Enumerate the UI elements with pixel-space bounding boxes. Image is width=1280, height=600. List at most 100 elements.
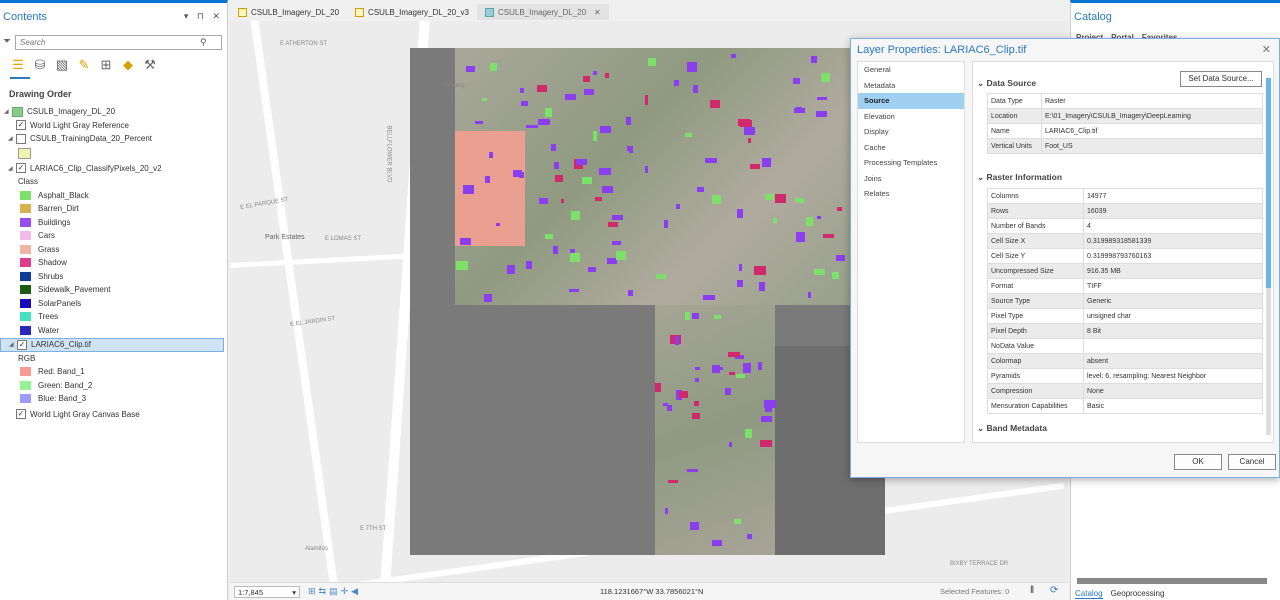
ok-button[interactable]: OK bbox=[1174, 454, 1222, 470]
tab-catalog[interactable]: Catalog bbox=[1075, 589, 1103, 599]
data-source-icon[interactable]: ⛁ bbox=[32, 57, 48, 73]
scale-select[interactable]: 1:7,845 ▾ bbox=[234, 586, 300, 598]
tab-map-2[interactable]: CSULB_Imagery_DL_20_v3 bbox=[347, 4, 477, 20]
layer-training-data[interactable]: ◢ CSULB_TrainingData_20_Percent bbox=[0, 132, 228, 146]
perspective-icon[interactable]: ⚒ bbox=[142, 57, 158, 73]
tab-map-1[interactable]: CSULB_Imagery_DL_20 bbox=[230, 4, 347, 20]
band-metadata-heading[interactable]: ⌄ Band Metadata bbox=[977, 423, 1047, 434]
classified-pixel-cluster bbox=[822, 234, 835, 238]
layer-label: LARIAC6_Clip.tif bbox=[31, 340, 92, 350]
checkbox[interactable]: ✓ bbox=[16, 409, 26, 420]
property-value: E:\01_Imagery\CSULB_Imagery\DeepLearning bbox=[1041, 108, 1263, 124]
horizontal-scrollbar[interactable] bbox=[1077, 578, 1267, 584]
nav-item-joins[interactable]: Joins bbox=[858, 171, 964, 187]
checkbox[interactable]: ✓ bbox=[16, 163, 26, 174]
street-label: BIXBY TERRACE DR bbox=[950, 561, 1009, 567]
tab-geoprocessing[interactable]: Geoprocessing bbox=[1111, 589, 1165, 599]
classified-pixel-cluster bbox=[582, 76, 590, 82]
drawing-order-icon[interactable]: ☰ bbox=[10, 57, 26, 73]
search-icon[interactable]: ⚲ bbox=[200, 37, 207, 48]
nav-item-processing-templates[interactable]: Processing Templates bbox=[858, 155, 964, 171]
classified-pixel-cluster bbox=[564, 93, 577, 100]
layer-properties-dialog: Layer Properties: LARIAC6_Clip.tif ✕ Gen… bbox=[850, 38, 1280, 478]
nav-item-relates[interactable]: Relates bbox=[858, 186, 964, 202]
pause-icon[interactable]: ‖ bbox=[1030, 585, 1034, 596]
property-value: None bbox=[1083, 383, 1263, 399]
classified-pixel-cluster bbox=[583, 89, 594, 95]
classified-pixel-cluster bbox=[691, 313, 700, 320]
band-label: Red: Band_1 bbox=[38, 367, 85, 377]
nav-item-cache[interactable]: Cache bbox=[858, 140, 964, 156]
property-name: Number of Bands bbox=[987, 218, 1084, 234]
checkbox[interactable]: ✓ bbox=[17, 339, 27, 350]
property-row: Name LARIAC6_Clip.tif bbox=[987, 123, 1263, 139]
classified-pixel-cluster bbox=[616, 251, 627, 260]
labeling-icon[interactable]: ◆ bbox=[120, 57, 136, 73]
classified-pixel-cluster bbox=[764, 404, 773, 413]
symbol-swatch bbox=[18, 148, 31, 159]
search-input[interactable]: Search bbox=[15, 35, 222, 50]
classified-pixel-cluster bbox=[753, 265, 766, 276]
nav-item-source[interactable]: Source bbox=[858, 93, 964, 109]
classified-pixel-cluster bbox=[773, 218, 777, 223]
tab-label: CSULB_Imagery_DL_20 bbox=[251, 7, 340, 17]
selection-icon[interactable]: ▧ bbox=[54, 57, 70, 73]
classified-pixel-cluster bbox=[758, 282, 766, 291]
classified-pixel-cluster bbox=[656, 273, 666, 280]
classified-pixel-cluster bbox=[662, 403, 669, 407]
cancel-button[interactable]: Cancel bbox=[1228, 454, 1276, 470]
classified-pixel-cluster bbox=[711, 364, 720, 373]
classified-pixel-cluster bbox=[459, 237, 471, 246]
property-row: Pixel Type unsigned char bbox=[987, 308, 1263, 324]
tab-map-3[interactable]: CSULB_Imagery_DL_20 ✕ bbox=[477, 4, 609, 20]
scrollbar-thumb[interactable] bbox=[1266, 78, 1271, 288]
layer-map[interactable]: ◢ CSULB_Imagery_DL_20 bbox=[0, 105, 228, 119]
layer-world-light-gray-reference[interactable]: ✓ World Light Gray Reference bbox=[0, 119, 228, 133]
classified-pixel-cluster bbox=[611, 240, 621, 245]
status-bar: 1:7,845 ▾ ⊞⇆▤✛◀ 118.1231667°W 33.7856021°… bbox=[230, 582, 1068, 600]
filter-icon[interactable]: ⏷ bbox=[3, 36, 11, 47]
nav-item-general[interactable]: General bbox=[858, 62, 964, 78]
coordinate-readout[interactable]: 118.1231667°W 33.7856021°N bbox=[600, 587, 703, 596]
pane-controls[interactable]: ▾ ⊓ ✕ bbox=[184, 11, 223, 22]
class-label: Barren_Dirt bbox=[38, 204, 79, 214]
street-label: BELLFLOWER BLVD bbox=[385, 125, 392, 183]
property-value bbox=[1083, 338, 1263, 354]
property-value: LARIAC6_Clip.tif bbox=[1041, 123, 1263, 139]
refresh-icon[interactable]: ⟳ bbox=[1050, 585, 1058, 596]
band-label: Blue: Band_3 bbox=[38, 394, 87, 404]
close-icon[interactable]: ✕ bbox=[594, 8, 601, 17]
classified-pixel-cluster bbox=[816, 110, 828, 117]
close-icon[interactable]: ✕ bbox=[1262, 43, 1271, 56]
classified-pixel-cluster bbox=[507, 265, 515, 274]
nav-item-display[interactable]: Display bbox=[858, 124, 964, 140]
nav-item-elevation[interactable]: Elevation bbox=[858, 109, 964, 125]
nav-item-metadata[interactable]: Metadata bbox=[858, 78, 964, 94]
checkbox[interactable]: ✓ bbox=[16, 120, 26, 131]
property-row: Data Type Raster bbox=[987, 93, 1263, 109]
layer-world-light-gray-canvas[interactable]: ✓ World Light Gray Canvas Base bbox=[0, 408, 228, 422]
classified-pixel-cluster bbox=[748, 138, 752, 143]
data-source-heading[interactable]: ⌄ Data Source bbox=[977, 78, 1036, 89]
classified-pixel-cluster bbox=[570, 211, 581, 220]
property-row: Format TIFF bbox=[987, 278, 1263, 294]
classified-pixel-cluster bbox=[456, 261, 469, 271]
checkbox[interactable] bbox=[16, 133, 26, 144]
selected-features[interactable]: Selected Features: 0 bbox=[940, 587, 1009, 596]
legend-class: Grass bbox=[0, 243, 228, 257]
layer-lariac6-clip[interactable]: ◢ ✓ LARIAC6_Clip.tif bbox=[0, 338, 224, 352]
classified-pixel-cluster bbox=[545, 234, 553, 239]
snapping-icon[interactable]: ⊞ bbox=[98, 57, 114, 73]
layer-classify-pixels[interactable]: ◢ ✓ LARIAC6_Clip_ClassifyPixels_20_v2 bbox=[0, 162, 228, 176]
contents-title: Contents bbox=[3, 11, 48, 23]
property-row: Cell Size Y 0.319998793760163 bbox=[987, 248, 1263, 264]
classified-pixel-cluster bbox=[463, 185, 474, 195]
editing-icon[interactable]: ✎ bbox=[76, 57, 92, 73]
classified-pixel-cluster bbox=[694, 401, 700, 407]
classified-pixel-cluster bbox=[746, 533, 752, 540]
set-data-source-button[interactable]: Set Data Source... bbox=[1180, 71, 1262, 87]
map-tools-icons[interactable]: ⊞⇆▤✛◀ bbox=[308, 586, 361, 597]
classified-pixel-cluster bbox=[814, 269, 825, 275]
raster-info-heading[interactable]: ⌄ Raster Information bbox=[977, 172, 1062, 183]
classified-pixel-cluster bbox=[568, 288, 579, 293]
